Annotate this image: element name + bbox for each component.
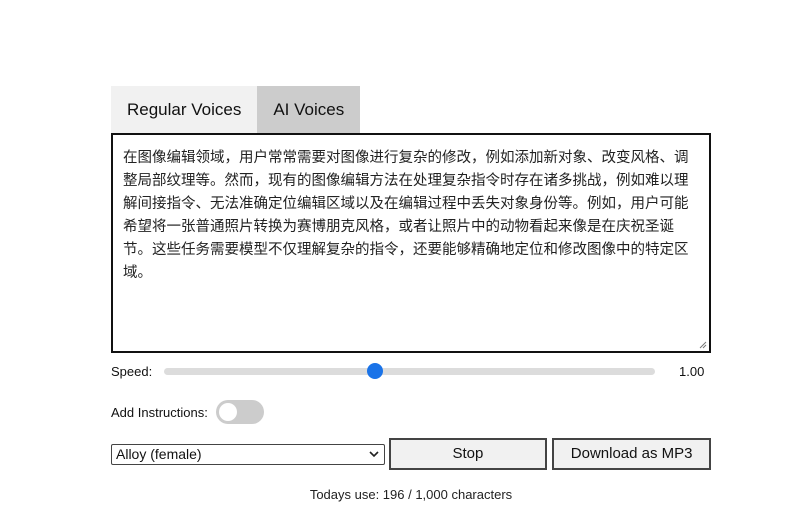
stop-button[interactable]: Stop: [388, 438, 548, 470]
download-mp3-button[interactable]: Download as MP3: [552, 438, 711, 470]
voice-select[interactable]: Alloy (female): [111, 443, 385, 465]
resize-grip-icon[interactable]: [699, 341, 707, 349]
controls-row: Alloy (female) Stop Download as MP3: [111, 438, 711, 470]
slider-track[interactable]: [164, 368, 655, 375]
tab-regular-voices[interactable]: Regular Voices: [111, 86, 258, 133]
text-input[interactable]: 在图像编辑领域，用户常常需要对图像进行复杂的修改，例如添加新对象、改变风格、调整…: [111, 133, 711, 353]
text-input-value: 在图像编辑领域，用户常常需要对图像进行复杂的修改，例如添加新对象、改变风格、调整…: [123, 150, 689, 281]
chevron-down-icon: [368, 450, 379, 457]
instructions-row: Add Instructions:: [111, 400, 711, 424]
toggle-knob: [218, 403, 237, 421]
speed-slider[interactable]: [164, 361, 655, 381]
instructions-label: Add Instructions:: [111, 404, 208, 420]
speed-label: Speed:: [111, 363, 153, 379]
tts-panel: Regular Voices AI Voices 在图像编辑领域，用户常常需要对…: [111, 86, 711, 502]
voice-tabs: Regular Voices AI Voices: [111, 86, 711, 133]
voice-select-value: Alloy (female): [116, 445, 202, 462]
speed-row: Speed: 1.00: [111, 361, 711, 381]
speed-value: 1.00: [679, 363, 705, 379]
tab-ai-voices[interactable]: AI Voices: [257, 86, 361, 133]
instructions-toggle[interactable]: [215, 400, 264, 424]
usage-counter: Todays use: 196 / 1,000 characters: [309, 487, 513, 502]
slider-thumb[interactable]: [367, 363, 384, 379]
